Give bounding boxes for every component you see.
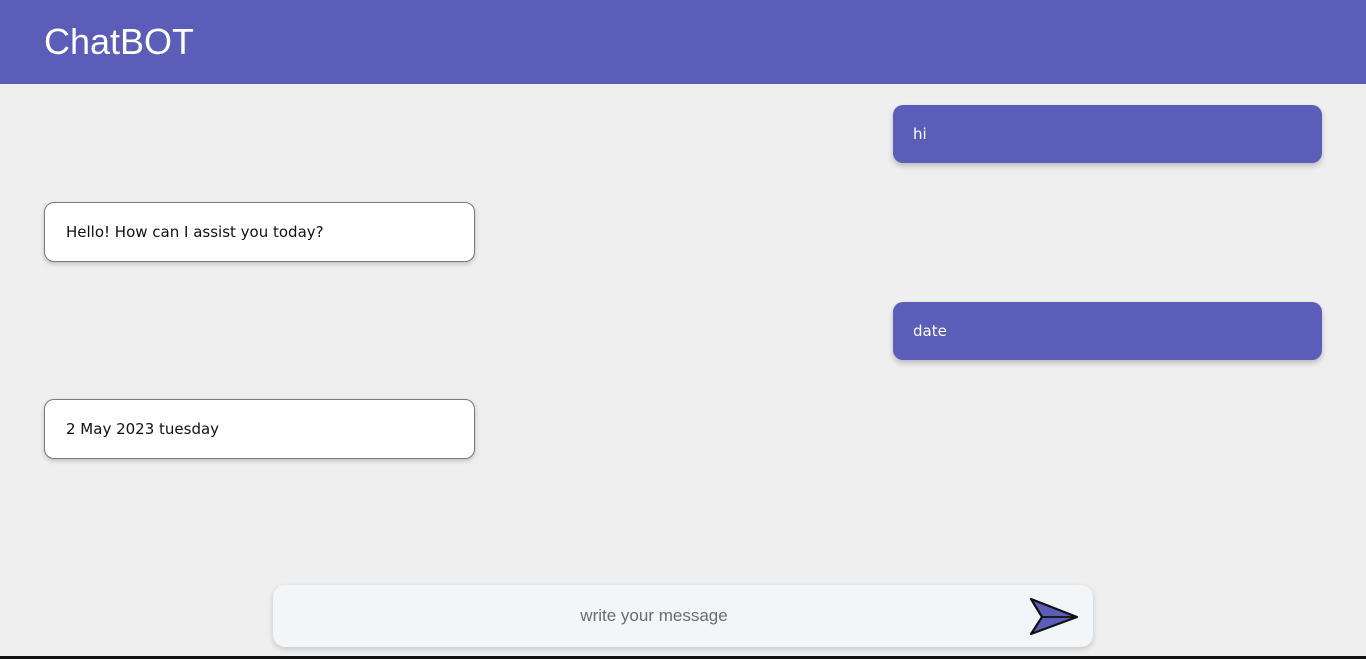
message-input[interactable] xyxy=(273,585,1023,647)
message-text: hi xyxy=(913,125,927,143)
message-text: 2 May 2023 tuesday xyxy=(66,420,220,438)
bot-message: Hello! How can I assist you today? xyxy=(44,202,475,262)
send-arrow-icon xyxy=(1029,597,1079,636)
bot-message: 2 May 2023 tuesday xyxy=(44,399,475,459)
message-text: Hello! How can I assist you today? xyxy=(66,223,324,241)
app-title: ChatBOT xyxy=(44,21,195,62)
message-composer xyxy=(273,585,1093,647)
send-button[interactable] xyxy=(1025,593,1081,639)
message-text: date xyxy=(913,322,947,340)
user-message: hi xyxy=(893,105,1322,163)
user-message: date xyxy=(893,302,1322,360)
app-header: ChatBOT xyxy=(0,0,1366,84)
